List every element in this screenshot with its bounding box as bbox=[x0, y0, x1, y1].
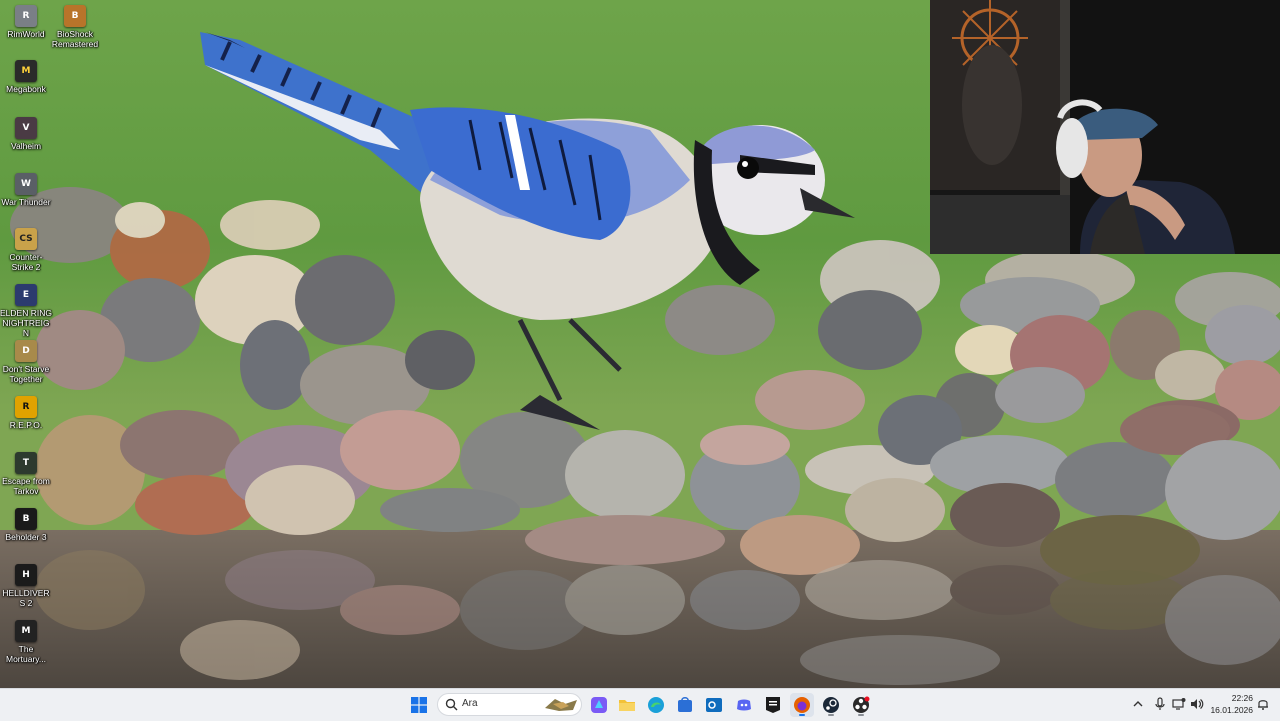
steam-button[interactable] bbox=[819, 693, 843, 717]
rimworld-icon: R bbox=[15, 5, 37, 27]
notification-bell-icon[interactable] bbox=[1256, 697, 1270, 711]
desktop-icon-repo[interactable]: R R.E.P.O. bbox=[0, 396, 52, 430]
desktop-icon-dont-starve[interactable]: D Don't Starve Together bbox=[0, 340, 52, 384]
edge-button[interactable] bbox=[644, 693, 668, 717]
obs-icon bbox=[853, 696, 870, 713]
outlook-icon bbox=[706, 698, 722, 712]
desktop-icon-mortuary[interactable]: M The Mortuary... bbox=[0, 620, 52, 664]
megabonk-icon: M bbox=[15, 60, 37, 82]
copilot-button[interactable] bbox=[587, 693, 611, 717]
search-highlight-art-icon bbox=[545, 699, 577, 711]
desktop-icon-megabonk[interactable]: M Megabonk bbox=[0, 60, 52, 94]
firefox-icon bbox=[794, 697, 810, 713]
discord-icon bbox=[737, 699, 751, 711]
mortuary-icon: M bbox=[15, 620, 37, 642]
taskbar-search-box[interactable]: Ara bbox=[437, 693, 582, 716]
network-icon[interactable] bbox=[1172, 697, 1186, 711]
bioshock-icon: B bbox=[64, 5, 86, 27]
show-hidden-icons-chevron-up-icon[interactable] bbox=[1131, 697, 1145, 711]
outlook-button[interactable] bbox=[702, 693, 726, 717]
epic-games-button[interactable] bbox=[761, 693, 785, 717]
desktop-icon-beholder[interactable]: B Beholder 3 bbox=[0, 508, 52, 542]
store-button[interactable] bbox=[673, 693, 697, 717]
steam-icon bbox=[823, 697, 839, 713]
helldivers-icon: H bbox=[15, 564, 37, 586]
running-indicator bbox=[828, 714, 834, 716]
taskbar-clock[interactable]: 22:26 16.01.2026 bbox=[1203, 692, 1253, 716]
running-indicator bbox=[858, 714, 864, 716]
dont-starve-icon: D bbox=[15, 340, 37, 362]
copilot-icon bbox=[591, 697, 607, 713]
running-indicator bbox=[799, 714, 805, 716]
elden-ring-icon: E bbox=[15, 284, 37, 306]
war-thunder-icon: W bbox=[15, 173, 37, 195]
search-icon bbox=[445, 698, 458, 711]
clock-date: 16.01.2026 bbox=[1210, 705, 1253, 715]
desktop-icon-helldivers[interactable]: H HELLDIVERS 2 bbox=[0, 564, 52, 608]
epic-games-icon bbox=[766, 697, 780, 713]
desktop-icon-bioshock[interactable]: B BioShock Remastered bbox=[49, 5, 101, 49]
desktop-icon-valheim[interactable]: V Valheim bbox=[0, 117, 52, 151]
counter-strike-icon: CS bbox=[15, 228, 37, 250]
firefox-button[interactable] bbox=[790, 693, 814, 717]
webcam-overlay bbox=[930, 0, 1280, 254]
obs-button[interactable] bbox=[849, 693, 873, 717]
start-button[interactable] bbox=[407, 693, 431, 717]
beholder-icon: B bbox=[15, 508, 37, 530]
windows-start-icon bbox=[411, 697, 427, 713]
file-explorer-button[interactable] bbox=[615, 693, 639, 717]
clock-time: 22:26 bbox=[1231, 693, 1253, 703]
search-placeholder: Ara bbox=[462, 698, 478, 709]
desktop-icon-area: R RimWorld B BioShock Remastered M Megab… bbox=[0, 0, 110, 688]
desktop-icon-tarkov[interactable]: T Escape from Tarkov bbox=[0, 452, 52, 496]
desktop-icon-rimworld[interactable]: R RimWorld bbox=[0, 5, 52, 39]
desktop-icon-elden-ring[interactable]: E ELDEN RING NIGHTREIGN bbox=[0, 284, 52, 338]
repo-icon: R bbox=[15, 396, 37, 418]
edge-icon bbox=[648, 697, 664, 713]
taskbar: Ara 22:26 16.01.2026 bbox=[0, 688, 1280, 721]
discord-button[interactable] bbox=[732, 693, 756, 717]
store-icon bbox=[678, 697, 692, 712]
valheim-icon: V bbox=[15, 117, 37, 139]
desktop-icon-counter-strike[interactable]: CS Counter-Strike 2 bbox=[0, 228, 52, 272]
volume-icon[interactable] bbox=[1190, 697, 1204, 711]
tarkov-icon: T bbox=[15, 452, 37, 474]
microphone-icon[interactable] bbox=[1153, 697, 1167, 711]
desktop-icon-war-thunder[interactable]: W War Thunder bbox=[0, 173, 52, 207]
folder-icon bbox=[619, 700, 635, 711]
